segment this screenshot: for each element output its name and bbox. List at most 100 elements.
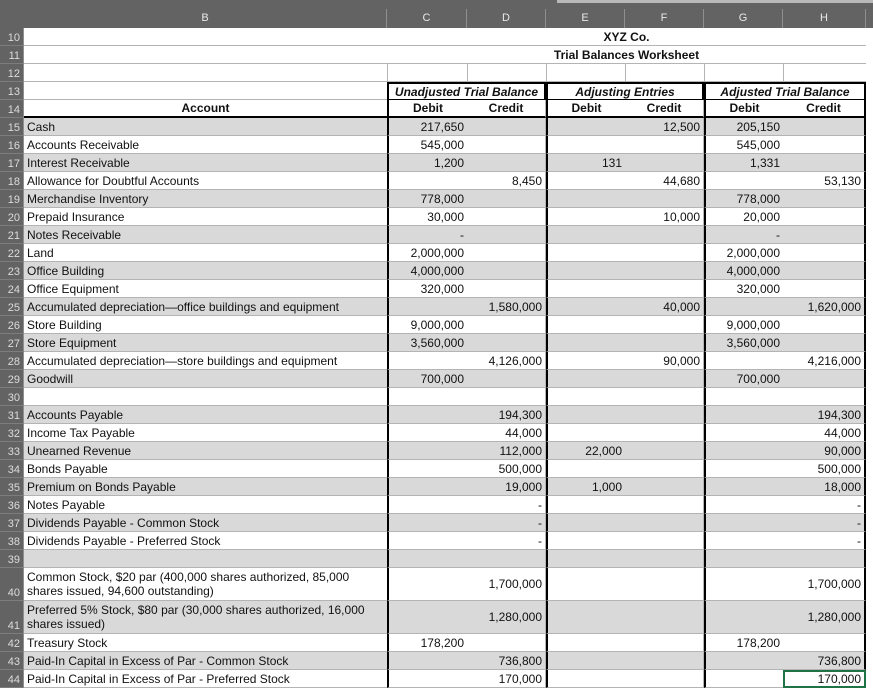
cell-adjusted-debit-15[interactable]: 205,150 bbox=[704, 118, 783, 136]
account-name-26[interactable]: Store Building bbox=[24, 316, 387, 334]
cell-adjusting-credit-40[interactable] bbox=[625, 568, 704, 601]
row-header-37[interactable]: 37 bbox=[0, 514, 24, 532]
row-header-36[interactable]: 36 bbox=[0, 496, 24, 514]
cell-adjusted-credit-31[interactable]: 194,300 bbox=[783, 406, 866, 424]
cell-adjusting-credit-18[interactable]: 44,680 bbox=[625, 172, 704, 190]
cell-unadjusted-debit-28[interactable] bbox=[387, 352, 467, 370]
cell-adjusting-debit-31[interactable] bbox=[546, 406, 625, 424]
account-name-43[interactable]: Paid-In Capital in Excess of Par - Commo… bbox=[24, 652, 387, 670]
cell-adjusted-debit-29[interactable]: 700,000 bbox=[704, 370, 783, 388]
row-header-32[interactable]: 32 bbox=[0, 424, 24, 442]
row-header-27[interactable]: 27 bbox=[0, 334, 24, 352]
cell-unadjusted-credit-39[interactable] bbox=[467, 550, 546, 568]
row-header-33[interactable]: 33 bbox=[0, 442, 24, 460]
cell-adjusted-debit-31[interactable] bbox=[704, 406, 783, 424]
account-name-31[interactable]: Accounts Payable bbox=[24, 406, 387, 424]
cell-adjusted-debit-36[interactable] bbox=[704, 496, 783, 514]
cell-adjusted-credit-42[interactable] bbox=[783, 634, 866, 652]
account-name-36[interactable]: Notes Payable bbox=[24, 496, 387, 514]
account-name-40[interactable]: Common Stock, $20 par (400,000 shares au… bbox=[24, 568, 387, 601]
row-header-35[interactable]: 35 bbox=[0, 478, 24, 496]
cell-adjusting-credit-25[interactable]: 40,000 bbox=[625, 298, 704, 316]
account-name-25[interactable]: Accumulated depreciation—office building… bbox=[24, 298, 387, 316]
cell-adjusted-debit-30[interactable] bbox=[704, 388, 783, 406]
account-name-29[interactable]: Goodwill bbox=[24, 370, 387, 388]
cell-unadjusted-credit-38[interactable]: - bbox=[467, 532, 546, 550]
cell-unadjusted-debit-33[interactable] bbox=[387, 442, 467, 460]
cell-unadjusted-credit-21[interactable] bbox=[467, 226, 546, 244]
row-header-11[interactable]: 11 bbox=[0, 46, 24, 64]
cell-unadjusted-credit-37[interactable]: - bbox=[467, 514, 546, 532]
unadjusted-credit-header[interactable]: Credit bbox=[467, 100, 546, 118]
cell-unadjusted-credit-23[interactable] bbox=[467, 262, 546, 280]
cell-adjusted-credit-19[interactable] bbox=[783, 190, 866, 208]
cell-adjusted-credit-37[interactable]: - bbox=[783, 514, 866, 532]
cell-adjusting-debit-35[interactable]: 1,000 bbox=[546, 478, 625, 496]
account-name-16[interactable]: Accounts Receivable bbox=[24, 136, 387, 154]
account-name-32[interactable]: Income Tax Payable bbox=[24, 424, 387, 442]
cell-unadjusted-credit-30[interactable] bbox=[467, 388, 546, 406]
cell-adjusting-credit-29[interactable] bbox=[625, 370, 704, 388]
row-header-10[interactable]: 10 bbox=[0, 28, 24, 46]
column-header-e[interactable]: E bbox=[546, 9, 625, 28]
cell-adjusting-credit-38[interactable] bbox=[625, 532, 704, 550]
cell-adjusting-debit-42[interactable] bbox=[546, 634, 625, 652]
account-name-18[interactable]: Allowance for Doubtful Accounts bbox=[24, 172, 387, 190]
cell-adjusting-credit-26[interactable] bbox=[625, 316, 704, 334]
cell-f12[interactable] bbox=[625, 64, 704, 82]
cell-adjusted-credit-30[interactable] bbox=[783, 388, 866, 406]
cell-unadjusted-debit-17[interactable]: 1,200 bbox=[387, 154, 467, 172]
row-header-41[interactable]: 41 bbox=[0, 601, 24, 634]
cell-unadjusted-credit-36[interactable]: - bbox=[467, 496, 546, 514]
row-header-23[interactable]: 23 bbox=[0, 262, 24, 280]
account-name-22[interactable]: Land bbox=[24, 244, 387, 262]
worksheet-title-11[interactable]: Trial Balances Worksheet bbox=[387, 46, 866, 64]
cell-adjusting-debit-26[interactable] bbox=[546, 316, 625, 334]
cell-adjusted-credit-24[interactable] bbox=[783, 280, 866, 298]
cell-unadjusted-debit-44[interactable] bbox=[387, 670, 467, 688]
unadjusted-debit-header[interactable]: Debit bbox=[387, 100, 467, 118]
cell-unadjusted-debit-22[interactable]: 2,000,000 bbox=[387, 244, 467, 262]
group-header-2[interactable]: Adjusted Trial Balance bbox=[704, 82, 866, 100]
cell-adjusted-debit-26[interactable]: 9,000,000 bbox=[704, 316, 783, 334]
cell-adjusted-debit-18[interactable] bbox=[704, 172, 783, 190]
cell-unadjusted-credit-40[interactable]: 1,700,000 bbox=[467, 568, 546, 601]
cell-adjusting-credit-23[interactable] bbox=[625, 262, 704, 280]
row-header-34[interactable]: 34 bbox=[0, 460, 24, 478]
cell-adjusting-credit-31[interactable] bbox=[625, 406, 704, 424]
account-col-header[interactable]: Account bbox=[24, 100, 387, 118]
cell-adjusting-credit-36[interactable] bbox=[625, 496, 704, 514]
cell-adjusting-credit-43[interactable] bbox=[625, 652, 704, 670]
cell-adjusting-credit-28[interactable]: 90,000 bbox=[625, 352, 704, 370]
row-header-22[interactable]: 22 bbox=[0, 244, 24, 262]
cell-unadjusted-credit-24[interactable] bbox=[467, 280, 546, 298]
cell-adjusting-debit-33[interactable]: 22,000 bbox=[546, 442, 625, 460]
account-name-28[interactable]: Accumulated depreciation—store buildings… bbox=[24, 352, 387, 370]
cell-unadjusted-credit-18[interactable]: 8,450 bbox=[467, 172, 546, 190]
account-name-21[interactable]: Notes Receivable bbox=[24, 226, 387, 244]
cell-unadjusted-debit-15[interactable]: 217,650 bbox=[387, 118, 467, 136]
cell-adjusting-credit-32[interactable] bbox=[625, 424, 704, 442]
cell-unadjusted-credit-15[interactable] bbox=[467, 118, 546, 136]
cell-adjusting-debit-40[interactable] bbox=[546, 568, 625, 601]
cell-adjusting-debit-15[interactable] bbox=[546, 118, 625, 136]
cell-unadjusted-debit-25[interactable] bbox=[387, 298, 467, 316]
cell-adjusting-credit-33[interactable] bbox=[625, 442, 704, 460]
cell-adjusted-credit-23[interactable] bbox=[783, 262, 866, 280]
cell-adjusted-credit-35[interactable]: 18,000 bbox=[783, 478, 866, 496]
cell-unadjusted-debit-29[interactable]: 700,000 bbox=[387, 370, 467, 388]
cell-unadjusted-credit-26[interactable] bbox=[467, 316, 546, 334]
account-name-15[interactable]: Cash bbox=[24, 118, 387, 136]
cell-e12[interactable] bbox=[546, 64, 625, 82]
account-name-24[interactable]: Office Equipment bbox=[24, 280, 387, 298]
cell-adjusted-debit-27[interactable]: 3,560,000 bbox=[704, 334, 783, 352]
cell-adjusted-debit-35[interactable] bbox=[704, 478, 783, 496]
cell-adjusted-debit-43[interactable] bbox=[704, 652, 783, 670]
row-header-40[interactable]: 40 bbox=[0, 568, 24, 601]
cell-adjusting-credit-42[interactable] bbox=[625, 634, 704, 652]
group-header-1[interactable]: Adjusting Entries bbox=[546, 82, 704, 100]
cell-adjusting-credit-19[interactable] bbox=[625, 190, 704, 208]
account-name-34[interactable]: Bonds Payable bbox=[24, 460, 387, 478]
cell-adjusted-debit-33[interactable] bbox=[704, 442, 783, 460]
cell-unadjusted-credit-17[interactable] bbox=[467, 154, 546, 172]
